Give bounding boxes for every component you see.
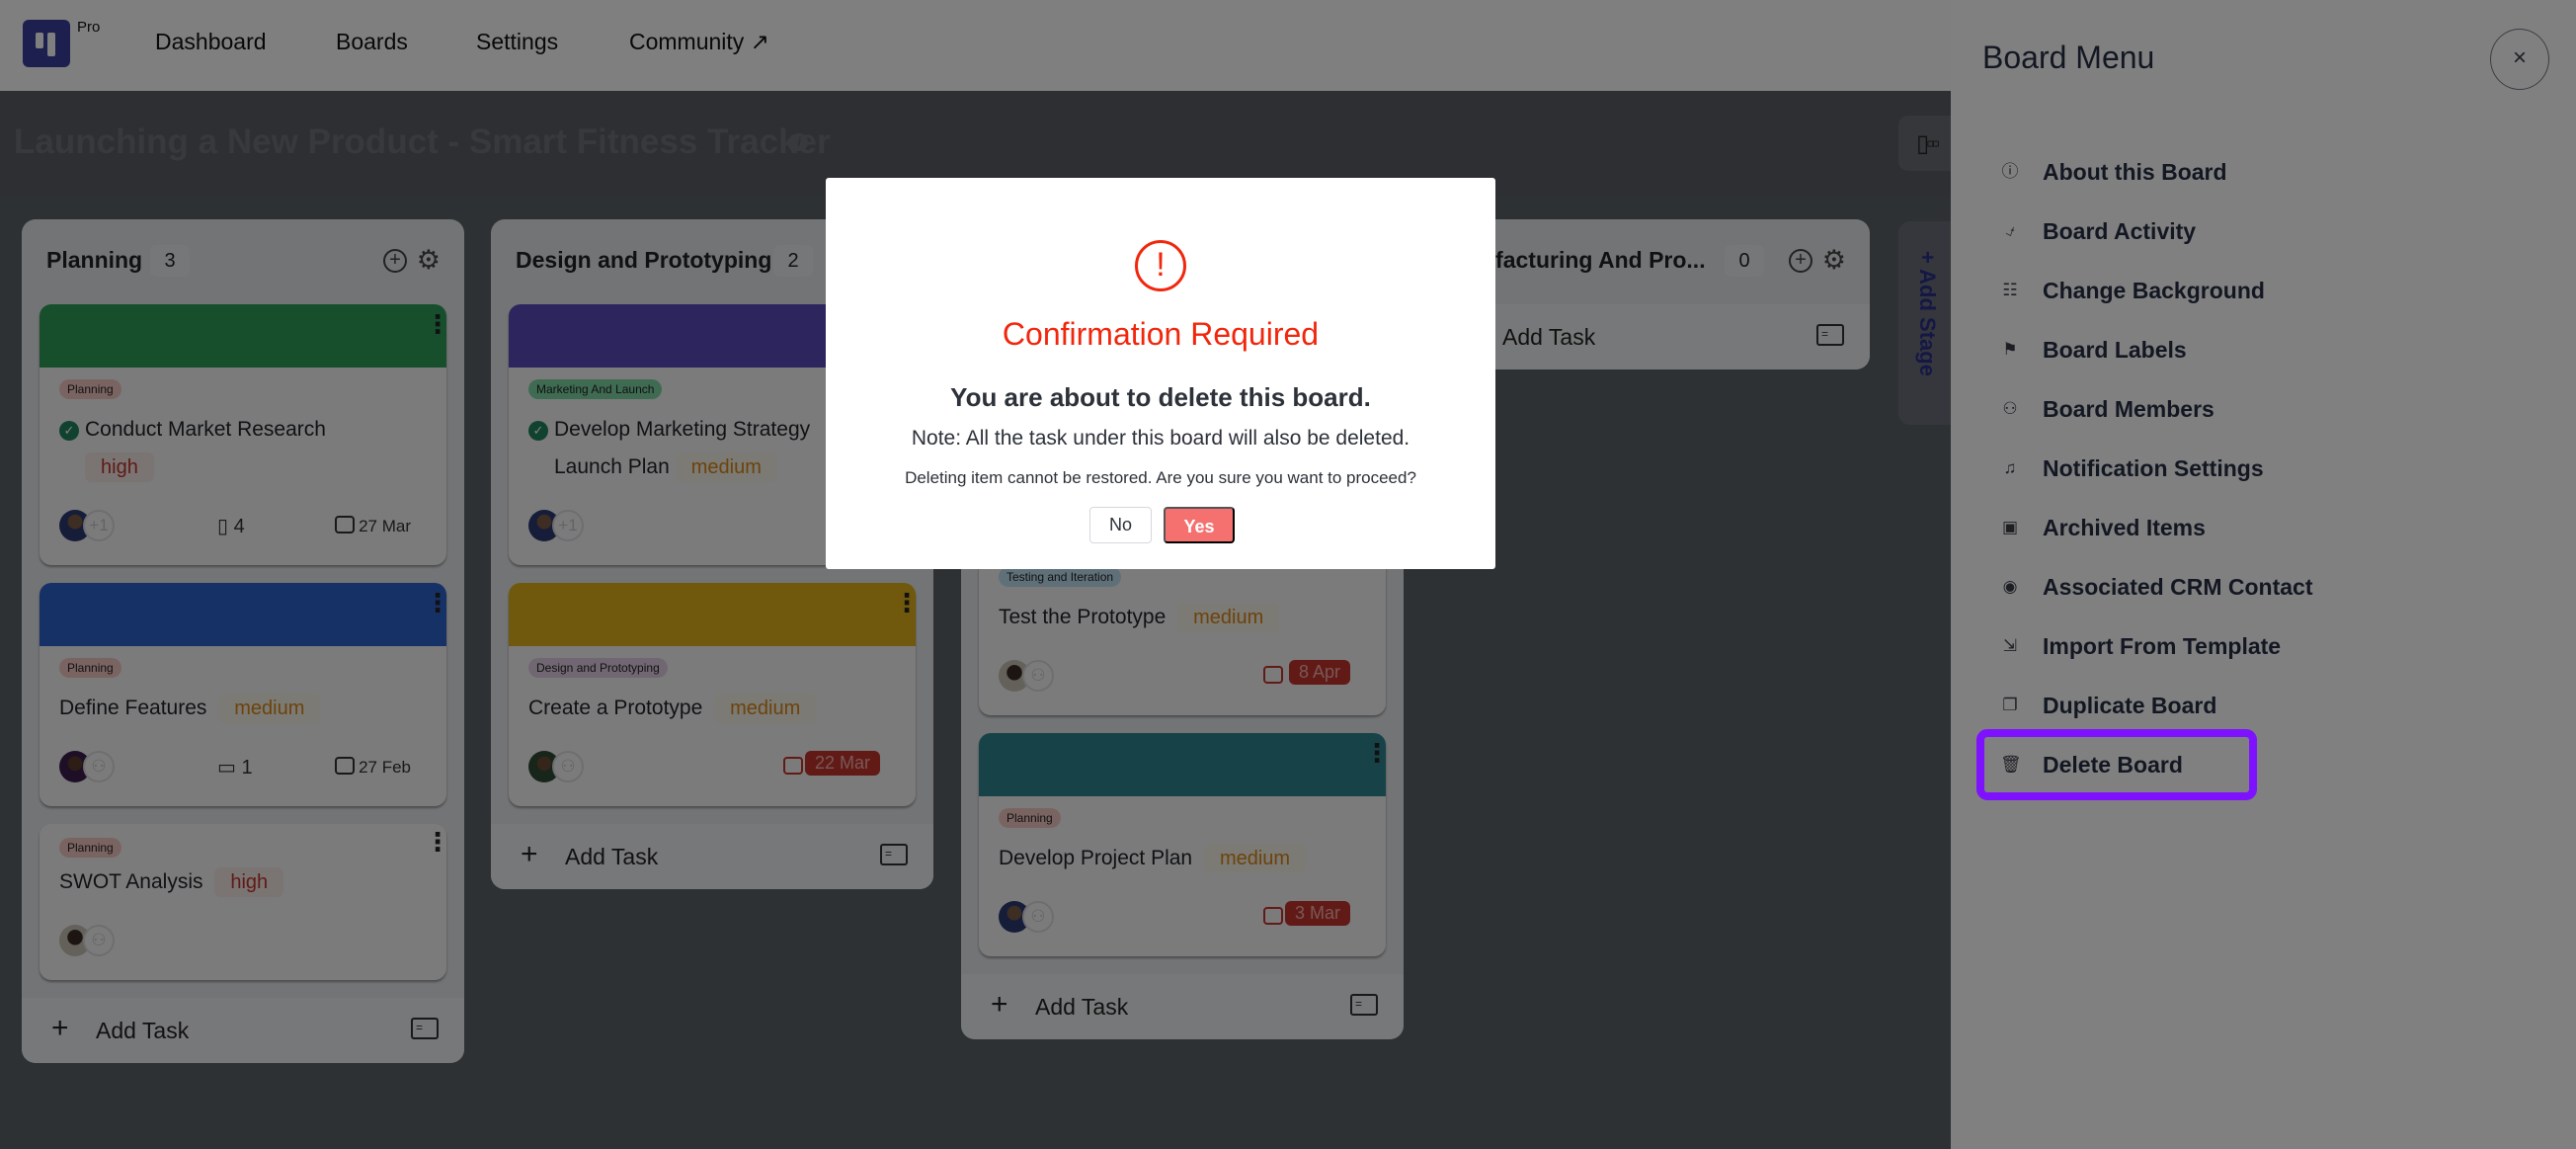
close-icon[interactable]: × [2490,29,2549,90]
duplicate-icon: ❐ [2002,696,2018,714]
menu-item-duplicate[interactable]: ❐ Duplicate Board [2000,676,2312,735]
modal-backdrop[interactable] [0,0,1951,1149]
yes-button[interactable]: Yes [1164,507,1235,543]
board-menu-list: ⓘ About this Board ⍻ Board Activity ☷ Chang… [1976,142,2313,800]
confirmation-modal: ! Confirmation Required You are about to… [826,178,1495,569]
menu-item-members[interactable]: ⚇ Board Members [2000,379,2312,439]
modal-warning: Deleting item cannot be restored. Are yo… [905,468,1416,487]
menu-item-delete-board[interactable]: 🗑 Delete Board [1976,729,2257,800]
bell-icon: ♫ [2003,458,2017,477]
menu-item-activity[interactable]: ⍻ Board Activity [2000,202,2312,261]
trash-icon: 🗑 [2000,755,2022,774]
no-button[interactable]: No [1089,507,1152,543]
menu-item-archived[interactable]: ▣ Archived Items [2000,498,2312,557]
menu-item-notifications[interactable]: ♫ Notification Settings [2000,439,2312,498]
modal-note: Note: All the task under this board will… [911,427,1410,450]
warning-icon: ! [1135,240,1186,291]
archive-icon: ▣ [2001,518,2019,536]
info-icon: ⓘ [2001,162,2019,181]
menu-item-crm-contact[interactable]: ◉ Associated CRM Contact [2000,557,2313,616]
background-icon: ☷ [2002,281,2018,299]
menu-item-import-template[interactable]: ⇲ Import From Template [2000,616,2312,676]
menu-item-labels[interactable]: ⚑ Board Labels [2000,320,2312,379]
members-icon: ⚇ [2002,399,2018,418]
import-icon: ⇲ [2002,636,2018,655]
menu-item-about[interactable]: ⓘ About this Board [2000,142,2312,202]
flag-icon: ⚑ [2002,340,2018,359]
user-circle-icon: ◉ [2002,577,2018,596]
modal-heading: You are about to delete this board. [950,382,1371,412]
drawer-title: Board Menu [1982,40,2155,75]
menu-item-background[interactable]: ☷ Change Background [2000,261,2312,320]
modal-title: Confirmation Required [1002,316,1320,352]
board-menu-drawer: Board Menu × ⓘ About this Board ⍻ Board Ac… [1951,0,2576,1149]
activity-icon: ⍻ [2005,221,2015,240]
